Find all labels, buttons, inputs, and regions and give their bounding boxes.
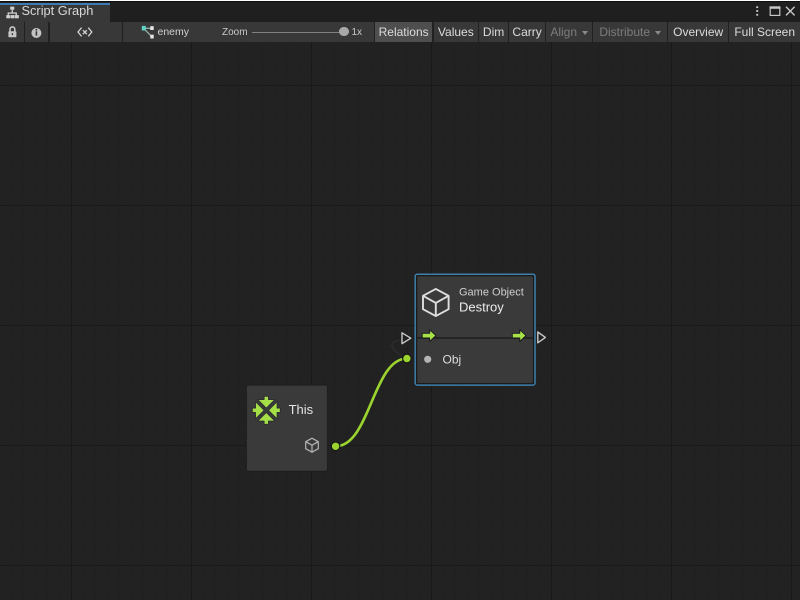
svg-text:Obj: Obj [443,352,462,366]
svg-text:This: This [289,402,314,417]
svg-text:Destroy: Destroy [459,299,504,314]
svg-text:Game Object: Game Object [459,287,524,299]
